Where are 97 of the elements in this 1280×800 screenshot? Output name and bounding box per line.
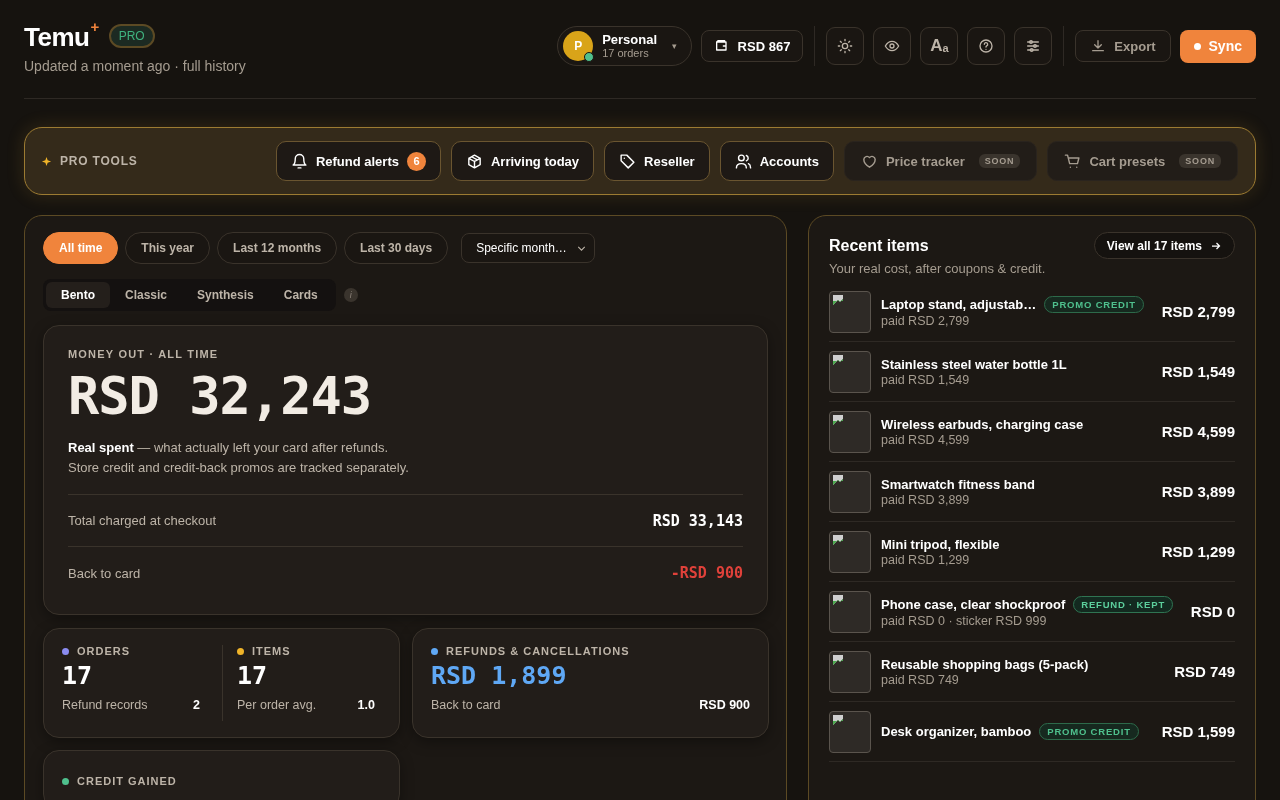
item-name: Smartwatch fitness band [881, 476, 1035, 492]
row-label: Total charged at checkout [68, 513, 217, 529]
total-amount: RSD 32,243 [68, 366, 373, 426]
view-tab[interactable]: Bento [46, 282, 110, 308]
item-price: RSD 1,549 [1161, 363, 1235, 380]
stat-label: ORDERS [77, 645, 131, 658]
pro-tools-label: PRO TOOLS [60, 154, 138, 168]
tag-icon [619, 152, 637, 170]
item-name: Laptop stand, adjustab… [881, 296, 1037, 312]
stat-label: REFUNDS & CANCELLATIONS [446, 645, 630, 658]
tool-button[interactable]: Arriving today [450, 141, 595, 181]
item-paid: paid RSD 2,799 [881, 313, 971, 328]
panel-subtitle: Your real cost, after coupons & credit. [829, 261, 1046, 276]
item-tag: PROMO CREDIT [1044, 295, 1144, 313]
item-row[interactable]: Desk organizer, bamboo PROMO CREDIT RSD 1,599 [829, 702, 1235, 762]
description: Real spent — what actually left your card after refunds. Store credit and credit-back promos are tracked separately. [68, 439, 410, 478]
item-price: RSD 0 [1190, 603, 1235, 620]
item-paid: paid RSD 1,299 [881, 552, 971, 567]
month-dropdown[interactable]: Specific month… [461, 233, 595, 263]
item-row[interactable]: Wireless earbuds, charging case paid RSD 4,599 RSD 4,599 [829, 402, 1235, 462]
help-button[interactable] [967, 27, 1006, 65]
stat-sub-value: RSD 900 [699, 698, 750, 713]
soon-badge: SOON [978, 154, 1021, 168]
soon-badge: SOON [1179, 154, 1221, 168]
app-logo: Temu$^{+}$ [24, 18, 99, 53]
stat-value: 17 [237, 661, 269, 691]
stat-value: 17 [62, 661, 94, 691]
cart-icon [1064, 152, 1082, 170]
row-value: RSD 33,143 [652, 511, 743, 530]
item-paid: paid RSD 1,549 [881, 372, 971, 387]
tool-button[interactable]: Refund alerts 6 [275, 141, 441, 181]
tool-button[interactable]: Accounts [719, 141, 834, 181]
stat-value: RSD 1,899 [431, 661, 568, 691]
view-all-button[interactable]: View all 17 items [1093, 232, 1235, 259]
item-row[interactable]: Reusable shopping bags (5-pack) paid RSD 749 RSD 749 [829, 642, 1235, 702]
text-size-button[interactable]: Aa [920, 27, 959, 65]
item-price: RSD 4,599 [1161, 423, 1235, 440]
account-switcher[interactable]: P Personal 17 orders ▾ [557, 26, 692, 66]
wallet-balance-button[interactable]: RSD 867 [700, 30, 804, 62]
view-tab[interactable]: Synthesis [182, 282, 269, 308]
row-label: Back to card [68, 565, 141, 581]
tool-button[interactable]: Reseller [604, 141, 710, 181]
item-price: RSD 1,299 [1161, 543, 1235, 560]
panel-title: Recent items [829, 237, 930, 255]
item-name: Reusable shopping bags (5-pack) [881, 656, 1089, 672]
settings-button[interactable] [1014, 27, 1053, 65]
stat-label: CREDIT GAINED [77, 775, 177, 788]
item-price: RSD 3,899 [1161, 483, 1235, 500]
view-tab[interactable]: Classic [110, 282, 183, 308]
item-tag: REFUND · KEPT [1073, 595, 1173, 613]
stat-sub-label: Back to card [431, 698, 501, 713]
item-price: RSD 2,799 [1161, 303, 1235, 320]
range-chip[interactable]: Last 12 months [217, 232, 338, 264]
item-row[interactable]: Stainless steel water bottle 1L paid RSD 1,549 RSD 1,549 [829, 342, 1235, 402]
count-badge: 6 [406, 151, 426, 171]
sun-icon [837, 38, 854, 54]
sliders-icon [1025, 38, 1042, 54]
item-name: Wireless earbuds, charging case [881, 416, 1084, 432]
stat-sub-value: 2 [193, 698, 200, 713]
item-price: RSD 1,599 [1161, 723, 1235, 740]
people-icon [734, 152, 752, 170]
download-icon [1090, 38, 1107, 54]
item-paid: paid RSD 0 · sticker RSD 999 [881, 613, 1048, 628]
item-name: Mini tripod, flexible [881, 536, 1000, 552]
item-name: Stainless steel water bottle 1L [881, 356, 1067, 372]
range-chip[interactable]: This year [125, 232, 211, 264]
box-icon [465, 152, 483, 170]
item-row[interactable]: Mini tripod, flexible paid RSD 1,299 RSD 1,299 [829, 522, 1235, 582]
card-label: MONEY OUT · ALL TIME [68, 348, 220, 360]
row-value: -RSD 900 [670, 564, 743, 583]
item-paid: paid RSD 749 [881, 672, 960, 687]
item-tag: PROMO CREDIT [1039, 723, 1139, 740]
sparkle-icon [41, 155, 52, 167]
help-icon [978, 38, 995, 54]
range-chip[interactable]: Last 30 days [344, 232, 449, 264]
bell-icon [290, 152, 308, 170]
item-paid: paid RSD 4,599 [881, 432, 971, 447]
stat-sub-label: Per order avg. [237, 698, 317, 713]
eye-icon [884, 38, 901, 54]
pro-badge: PRO [108, 23, 155, 48]
stat-sub-label: Refund records [62, 698, 148, 713]
stat-label: ITEMS [252, 645, 291, 658]
item-row[interactable]: Phone case, clear shockproof REFUND · KEPT paid RSD 0 · sticker RSD 999 RSD 0 [829, 582, 1235, 642]
item-name: Desk organizer, bamboo [881, 724, 1032, 739]
item-price: RSD 749 [1174, 663, 1235, 680]
stat-sub-value: 1.0 [357, 698, 375, 713]
item-name: Phone case, clear shockproof [881, 596, 1066, 612]
avatar: P [563, 31, 594, 61]
view-tab[interactable]: Cards [268, 282, 333, 308]
visibility-button[interactable] [873, 27, 912, 65]
update-status: Updated a moment ago · full history [24, 58, 246, 74]
wallet-icon [713, 38, 730, 54]
item-row[interactable]: Laptop stand, adjustab… PROMO CREDIT paid RSD 2,799 RSD 2,799 [829, 282, 1235, 342]
item-paid: paid RSD 3,899 [881, 492, 971, 507]
export-button[interactable]: Export [1075, 30, 1171, 62]
theme-button[interactable] [826, 27, 865, 65]
item-row[interactable]: Smartwatch fitness band paid RSD 3,899 RSD 3,899 [829, 462, 1235, 522]
